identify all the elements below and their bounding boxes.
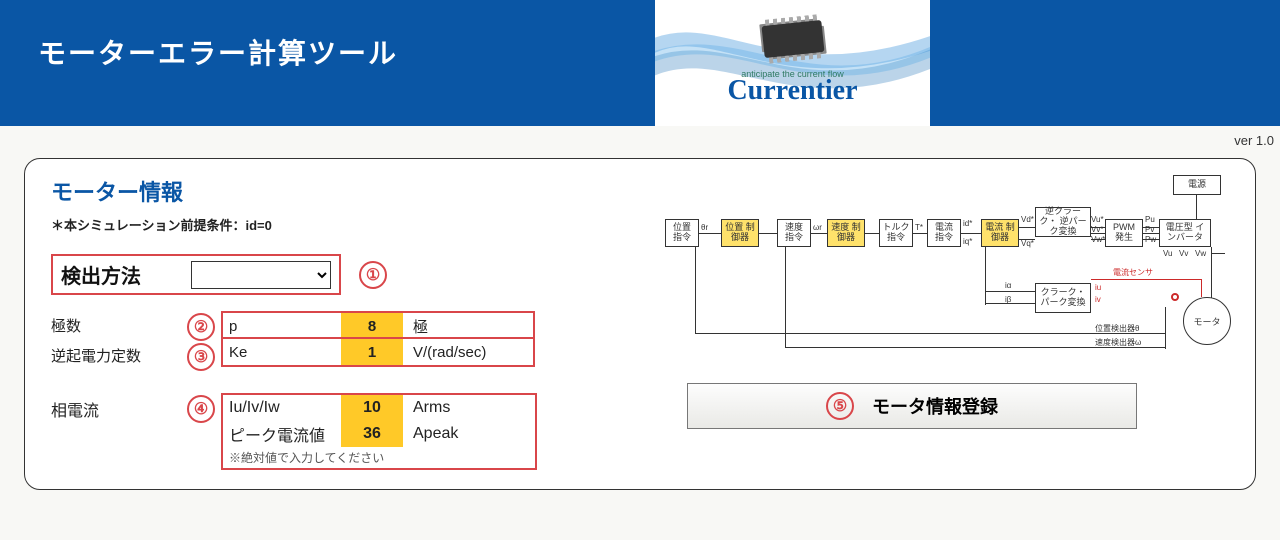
dg-sig: Vw* xyxy=(1091,235,1105,244)
dg-sig: iβ xyxy=(1005,295,1011,304)
register-label: モータ情報登録 xyxy=(872,393,998,419)
dg-sig: Vv* xyxy=(1091,225,1103,234)
version-label: ver 1.0 xyxy=(1234,133,1274,148)
dg-sig: Vv xyxy=(1179,249,1188,258)
dg-wire xyxy=(759,233,777,234)
header: モーターエラー計算ツール anticipate the current flow… xyxy=(0,0,1280,126)
dg-sig: Vq* xyxy=(1021,239,1034,248)
motor-info-card: モーター情報 ＊本シミュレーション前提条件：id=0 検出方法 ① 極数 ② p xyxy=(24,158,1256,490)
phase-rms-value[interactable]: 10 xyxy=(341,395,403,421)
dg-sig: T* xyxy=(915,223,923,232)
detection-box: 検出方法 xyxy=(51,254,341,295)
dg-curctl: 電流 制御器 xyxy=(981,219,1019,247)
poles-value[interactable]: 8 xyxy=(341,313,403,339)
dg-curcmd: 電流 指令 xyxy=(927,219,961,247)
dg-wire xyxy=(985,247,986,305)
detection-select[interactable] xyxy=(191,261,331,289)
dg-sig: iα xyxy=(1005,281,1011,290)
dg-wire xyxy=(785,247,786,347)
dg-sig: id* xyxy=(963,219,972,228)
dg-current-sense-label: 電流センサ xyxy=(1113,267,1153,278)
dg-poscmd: 位置 指令 xyxy=(665,219,699,247)
register-button[interactable]: ⑤ モータ情報登録 xyxy=(687,383,1137,429)
dg-wire xyxy=(699,233,721,234)
poles-label: 極数 xyxy=(51,311,181,336)
dg-posdet-label: 位置検出器θ xyxy=(1095,323,1139,334)
dg-wire xyxy=(1196,195,1197,219)
phase-label: 相電流 xyxy=(51,393,181,421)
dg-wire xyxy=(811,233,827,234)
dg-inverter: 電圧型 インバータ xyxy=(1159,219,1211,247)
control-block-diagram: 電源 位置 指令 位置 制御器 速度 指令 速度 制御器 トルク 指令 電流 指… xyxy=(665,183,1225,373)
detection-label: 検出方法 xyxy=(61,260,141,289)
callout-3: ③ xyxy=(187,343,215,371)
callout-4: ④ xyxy=(187,395,215,423)
dg-sig: iq* xyxy=(963,237,972,246)
dg-sig: iu xyxy=(1095,283,1101,292)
dg-trqcmd: トルク 指令 xyxy=(879,219,913,247)
dg-sig: iv xyxy=(1095,295,1101,304)
dg-pwm: PWM 発生 xyxy=(1105,219,1143,247)
poles-symbol: p xyxy=(223,313,341,339)
dg-velcmd: 速度 指令 xyxy=(777,219,811,247)
dg-veldet-label: 速度検出器ω xyxy=(1095,337,1141,348)
phase-box: Iu/Iv/Iw 10 Arms ピーク電流値 36 Apeak ※絶対値で入力… xyxy=(221,393,537,470)
dg-sig: Pv xyxy=(1145,225,1154,234)
dg-posctl: 位置 制御器 xyxy=(721,219,759,247)
phase-rms-symbol: Iu/Iv/Iw xyxy=(223,395,341,421)
page-title: モーターエラー計算ツール xyxy=(38,32,398,72)
brand-logo: anticipate the current flow Currentier xyxy=(655,0,930,126)
dg-sig: ωr xyxy=(813,223,822,232)
dg-velctl: 速度 制御器 xyxy=(827,219,865,247)
dg-wire-red xyxy=(1201,279,1202,297)
callout-5: ⑤ xyxy=(826,392,854,420)
phase-peak-symbol: ピーク電流値 xyxy=(223,421,341,447)
chip-icon xyxy=(761,20,824,58)
dg-wire-red xyxy=(1091,279,1201,280)
dg-sig: Pu xyxy=(1145,215,1155,224)
poles-box: p 8 極 xyxy=(221,311,535,339)
callout-1: ① xyxy=(359,261,387,289)
dg-invclk: 逆クラーク・ 逆パーク変換 xyxy=(1035,207,1091,237)
dg-power: 電源 xyxy=(1173,175,1221,195)
dg-clarke: クラーク・ パーク変換 xyxy=(1035,283,1091,313)
dg-wire xyxy=(1211,253,1225,254)
dg-sig: Pw xyxy=(1145,235,1156,244)
dg-wire xyxy=(695,247,696,333)
phase-note: ※絶対値で入力してください xyxy=(223,447,535,468)
phase-peak-unit: Apeak xyxy=(403,421,533,447)
dg-sense-dot xyxy=(1171,293,1179,301)
dg-sig: Vu xyxy=(1163,249,1173,258)
poles-unit: 極 xyxy=(403,313,533,339)
callout-2: ② xyxy=(187,313,215,341)
phase-peak-value[interactable]: 36 xyxy=(341,421,403,447)
logo-brand: Currentier xyxy=(727,75,857,107)
dg-wire xyxy=(1019,227,1035,228)
dg-wire xyxy=(913,233,927,234)
dg-sig: Vu* xyxy=(1091,215,1104,224)
dg-wire xyxy=(865,233,879,234)
ke-label: 逆起電力定数 xyxy=(51,341,181,366)
dg-sig: Vw xyxy=(1195,249,1206,258)
dg-motor: モータ xyxy=(1183,297,1231,345)
dg-sig: θr xyxy=(701,223,708,232)
phase-rms-unit: Arms xyxy=(403,395,533,421)
dg-wire xyxy=(1165,307,1166,349)
dg-wire xyxy=(985,291,1035,292)
dg-wire xyxy=(961,233,981,234)
dg-sig: Vd* xyxy=(1021,215,1034,224)
